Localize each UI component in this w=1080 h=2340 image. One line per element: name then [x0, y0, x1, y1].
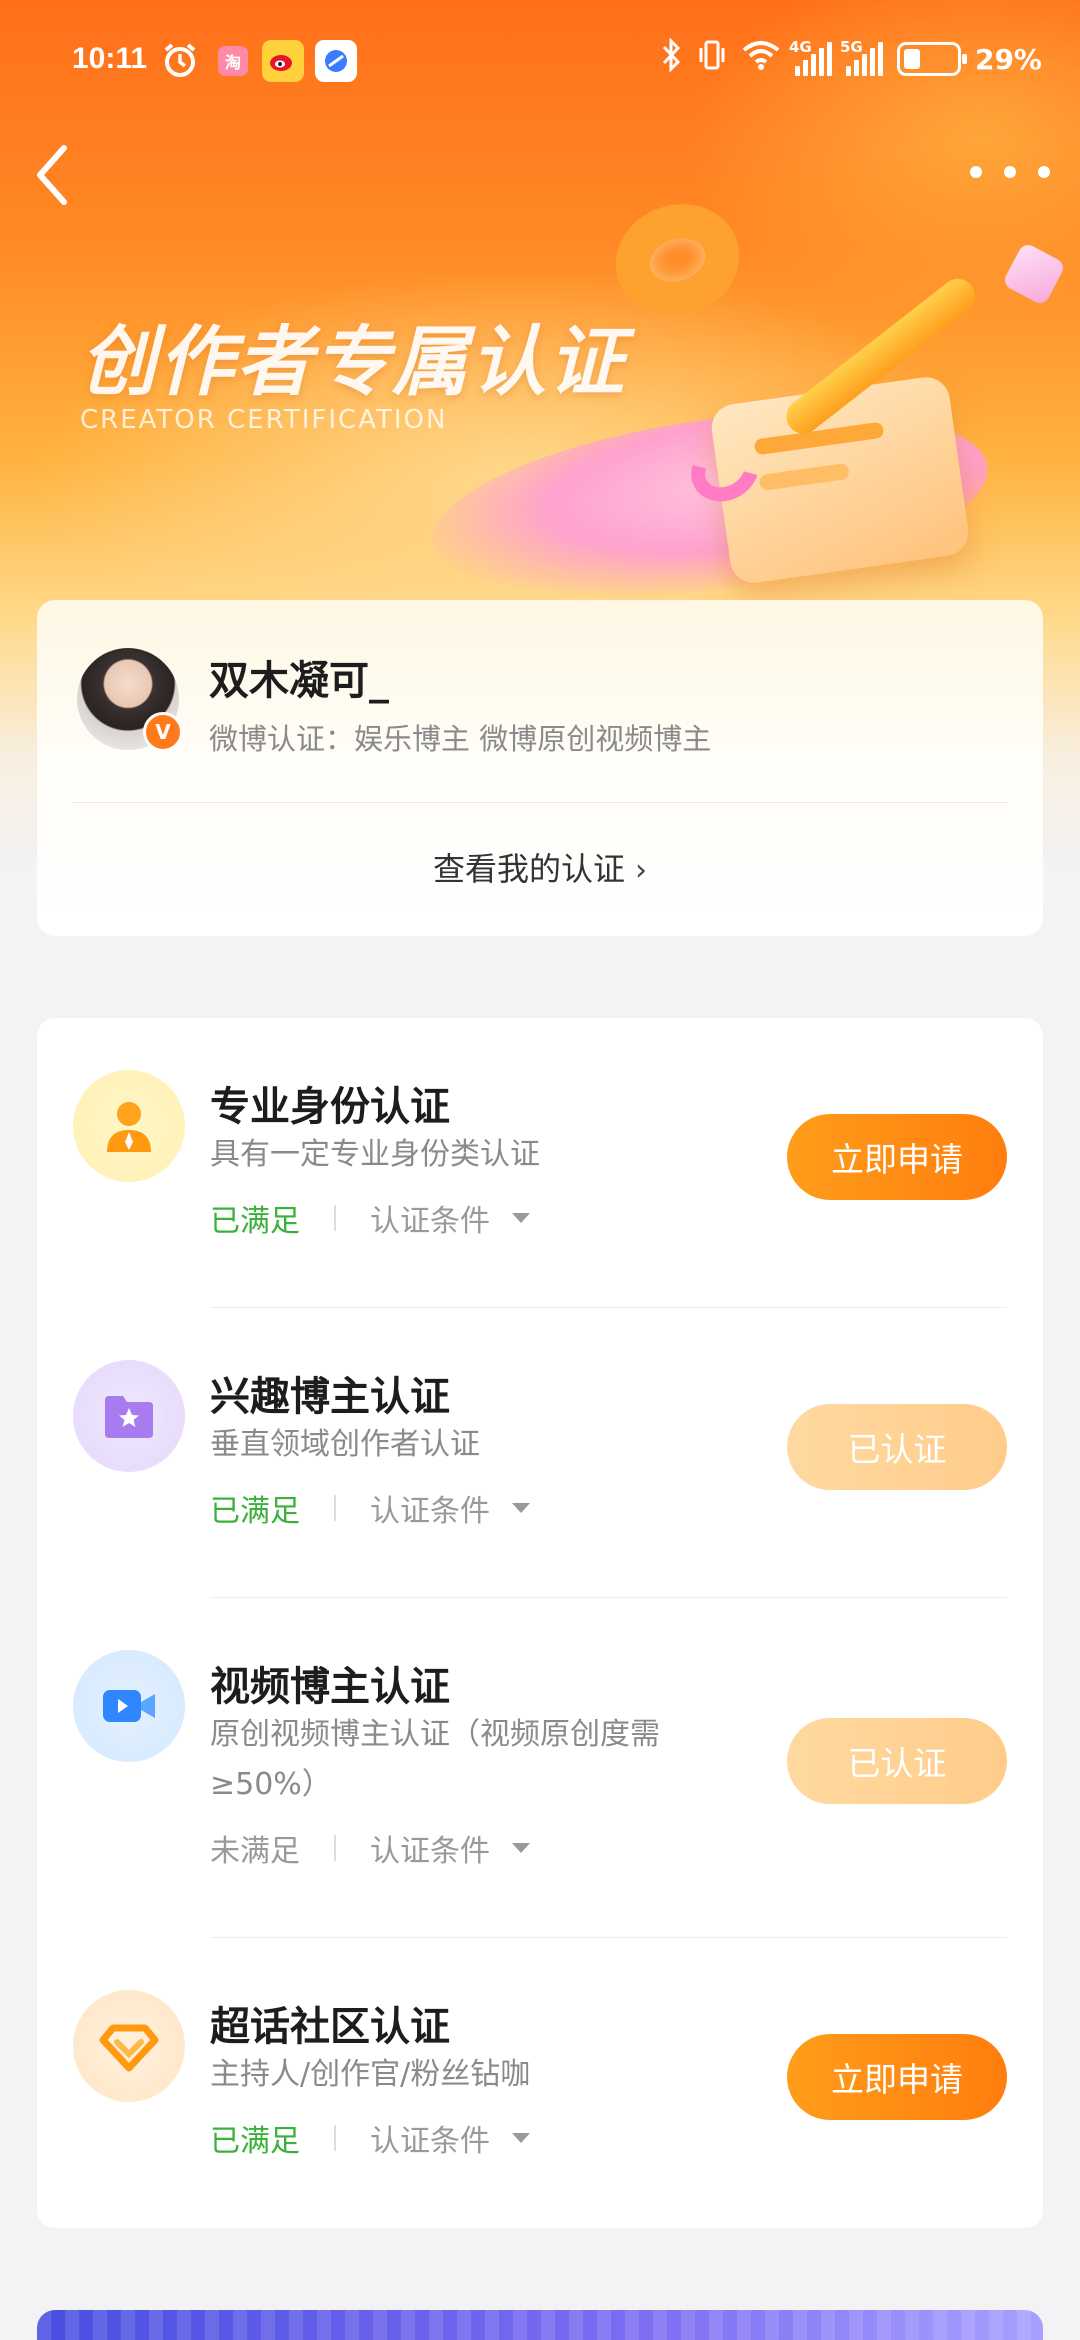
cert-title: 专业身份认证 — [210, 1084, 450, 1130]
list-item: 兴趣博主认证 垂直领域创作者认证 已满足 认证条件 已认证 — [37, 1308, 1043, 1598]
weibo-app-icon — [262, 40, 304, 82]
status-icons: 4G 5G 29% — [661, 37, 1042, 80]
status-time: 10:11 — [72, 42, 148, 75]
cert-meta: 已满足 认证条件 — [210, 2116, 530, 2160]
list-item: 超话社区认证 主持人/创作官/粉丝钻咖 已满足 认证条件 立即申请 — [37, 1938, 1043, 2228]
status-bar: 10:11 淘 4G 5G 29% — [0, 30, 1080, 90]
cert-meta: 未满足 认证条件 — [210, 1826, 530, 1870]
cert-conditions-toggle[interactable]: 认证条件 — [370, 2116, 490, 2160]
cert-status: 已满足 — [210, 2124, 300, 2159]
bluetooth-icon — [661, 37, 683, 80]
more-dot-icon — [970, 166, 982, 178]
wifi-icon — [741, 39, 781, 79]
verified-badge-icon: V — [143, 712, 183, 752]
divider — [334, 1835, 336, 1861]
cert-description: 垂直领域创作者认证 — [210, 1427, 480, 1462]
view-cert-label: 查看我的认证 — [432, 850, 625, 888]
cert-status: 未满足 — [210, 1834, 300, 1869]
certification-list: 专业身份认证 具有一定专业身份类认证 已满足 认证条件 立即申请 兴趣博主认证 … — [37, 1018, 1043, 2228]
decorative-cube — [1001, 241, 1067, 307]
caret-down-icon[interactable] — [512, 1213, 530, 1223]
taobao-app-icon: 淘 — [218, 46, 248, 76]
profile-verification: 微博认证：娱乐博主 微博原创视频博主 — [209, 722, 712, 756]
list-item: 视频博主认证 原创视频博主认证（视频原创度需≥50%） 未满足 认证条件 已认证 — [37, 1598, 1043, 1938]
cert-conditions-toggle[interactable]: 认证条件 — [370, 1196, 490, 1240]
chevron-left-icon — [37, 145, 67, 205]
certified-button[interactable]: 已认证 — [787, 1718, 1007, 1804]
signal-5g-icon: 5G — [840, 38, 883, 76]
more-dot-icon — [1038, 166, 1050, 178]
battery-icon — [896, 42, 967, 76]
cert-title: 兴趣博主认证 — [210, 1374, 450, 1420]
diamond-icon — [73, 1990, 185, 2102]
divider — [73, 802, 1007, 803]
chevron-right-icon: › — [635, 853, 647, 888]
apply-button[interactable]: 立即申请 — [787, 1114, 1007, 1200]
cert-description: 原创视频博主认证（视频原创度需≥50%） — [210, 1717, 660, 1802]
cert-title: 视频博主认证 — [210, 1664, 450, 1710]
cert-title: 超话社区认证 — [210, 2004, 450, 2050]
profile-name: 双木凝可_ — [209, 658, 389, 704]
browser-app-icon — [315, 40, 357, 82]
cert-conditions-toggle[interactable]: 认证条件 — [370, 1486, 490, 1530]
video-camera-icon — [73, 1650, 185, 1762]
cert-description: 具有一定专业身份类认证 — [210, 1137, 540, 1172]
page-title: 创作者专属认证 — [80, 317, 626, 406]
more-dot-icon — [1004, 166, 1016, 178]
caret-down-icon[interactable] — [512, 1503, 530, 1513]
cert-status: 已满足 — [210, 1494, 300, 1529]
more-button[interactable] — [970, 150, 1050, 194]
star-folder-icon — [73, 1360, 185, 1472]
cert-meta: 已满足 认证条件 — [210, 1196, 530, 1240]
caret-down-icon[interactable] — [512, 2133, 530, 2143]
divider — [334, 2125, 336, 2151]
list-item: 专业身份认证 具有一定专业身份类认证 已满足 认证条件 立即申请 — [37, 1018, 1043, 1308]
caret-down-icon[interactable] — [512, 1843, 530, 1853]
apply-button[interactable]: 立即申请 — [787, 2034, 1007, 2120]
profile-card: V 双木凝可_ 微博认证：娱乐博主 微博原创视频博主 查看我的认证 › — [37, 600, 1043, 936]
battery-percent: 29% — [974, 42, 1042, 76]
cert-status: 已满足 — [210, 1204, 300, 1239]
cert-description: 主持人/创作官/粉丝钻咖 — [210, 2057, 531, 2092]
alarm-icon — [160, 40, 200, 80]
cert-meta: 已满足 认证条件 — [210, 1486, 530, 1530]
view-my-certification-link[interactable]: 查看我的认证 › — [37, 844, 1043, 890]
signal-4g-icon: 4G — [789, 38, 832, 76]
divider — [334, 1495, 336, 1521]
page-subtitle: CREATOR CERTIFICATION — [80, 405, 448, 435]
divider — [334, 1205, 336, 1231]
cert-conditions-toggle[interactable]: 认证条件 — [370, 1826, 490, 1870]
promo-banner[interactable] — [37, 2310, 1043, 2340]
certified-button[interactable]: 已认证 — [787, 1404, 1007, 1490]
person-icon — [73, 1070, 185, 1182]
back-button[interactable] — [30, 140, 90, 210]
vibrate-icon — [697, 38, 727, 80]
